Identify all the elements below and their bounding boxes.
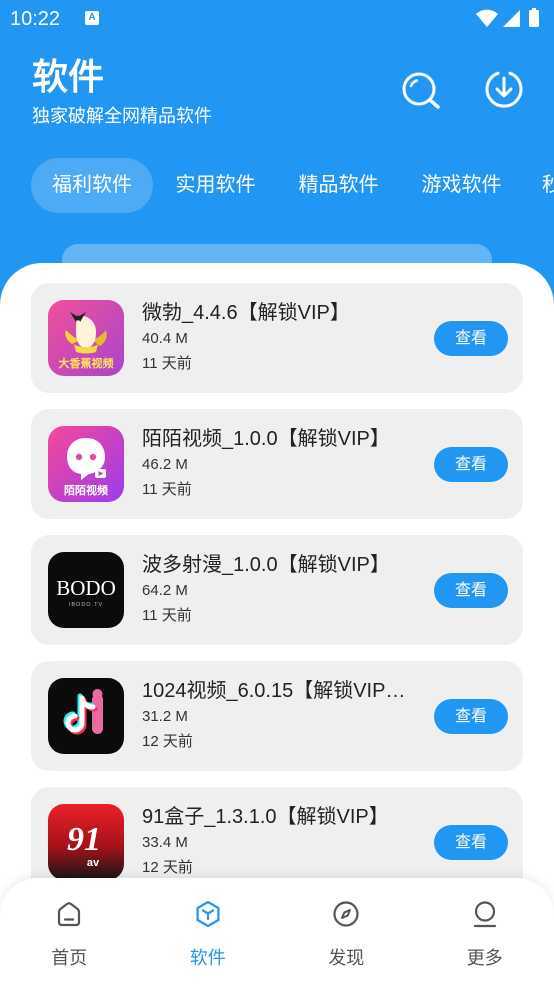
app-size: 40.4 M	[142, 330, 188, 347]
app-card[interactable]: 1024视频_6.0.15【解锁VIP… 31.2 M 12 天前 查看	[31, 661, 523, 771]
app-title: 陌陌视频_1.0.0【解锁VIP】	[142, 428, 390, 450]
app-logo: 91 av	[48, 804, 124, 880]
nav-label-software: 软件	[189, 948, 226, 968]
view-button[interactable]: 查看	[434, 825, 508, 860]
bodo-logo: BODO IBODO.TV	[48, 552, 124, 628]
bottom-nav: 首页 软件 发现 更多	[0, 878, 554, 984]
battery-icon	[529, 8, 539, 27]
search-icon	[402, 72, 440, 109]
view-button[interactable]: 查看	[434, 447, 508, 482]
download-button[interactable]	[484, 69, 524, 109]
home-icon	[58, 902, 81, 927]
cube-icon	[196, 900, 220, 928]
tab-overflow[interactable]: 秒	[523, 158, 554, 213]
view-button[interactable]: 查看	[434, 573, 508, 608]
nav-item-home[interactable]: 首页	[0, 878, 139, 984]
banana-logo: 大香蕉视频	[48, 300, 124, 376]
svg-text:陌陌视频: 陌陌视频	[64, 483, 108, 497]
app-title: 91盒子_1.3.1.0【解锁VIP】	[142, 806, 389, 828]
compass-icon	[333, 901, 359, 927]
app-size: 33.4 M	[142, 834, 188, 851]
search-button[interactable]	[398, 68, 444, 114]
page-subtitle: 独家破解全网精品软件	[32, 106, 212, 126]
app-logo: BODO IBODO.TV	[48, 552, 124, 628]
app-logo	[48, 678, 124, 754]
app-date: 11 天前	[142, 607, 192, 624]
category-tabs: 福利软件 实用软件 精品软件 游戏软件 秒	[0, 158, 554, 213]
app-card[interactable]: BODO IBODO.TV 波多射漫_1.0.0【解锁VIP】 64.2 M 1…	[31, 535, 523, 645]
app-logo: 大香蕉视频	[48, 300, 124, 376]
app-size: 64.2 M	[142, 582, 188, 599]
app-date: 11 天前	[142, 481, 192, 498]
app-size: 31.2 M	[142, 708, 188, 725]
tab-game-software[interactable]: 游戏软件	[400, 158, 523, 213]
ghost-logo: 陌陌视频	[48, 426, 124, 502]
status-time: 10:22	[10, 8, 61, 30]
nav-item-software[interactable]: 软件	[139, 878, 278, 984]
app-card[interactable]: 大香蕉视频 微勃_4.4.6【解锁VIP】 40.4 M 11 天前 查看	[31, 283, 523, 393]
view-button[interactable]: 查看	[434, 699, 508, 734]
app-title: 1024视频_6.0.15【解锁VIP…	[142, 680, 406, 702]
svg-text:IBODO.TV: IBODO.TV	[69, 602, 103, 608]
app-date: 11 天前	[142, 355, 192, 372]
app-card[interactable]: 陌陌视频 陌陌视频_1.0.0【解锁VIP】 46.2 M 11 天前 查看	[31, 409, 523, 519]
app-title: 微勃_4.4.6【解锁VIP】	[142, 302, 350, 324]
view-button[interactable]: 查看	[434, 321, 508, 356]
nav-label-home: 首页	[51, 948, 88, 968]
notification-icon: A	[85, 11, 99, 25]
nav-label-discover: 发现	[328, 948, 365, 968]
page-title: 软件	[32, 56, 105, 97]
svg-text:91: 91	[67, 821, 101, 858]
person-icon	[473, 901, 496, 928]
svg-text:大香蕉视频: 大香蕉视频	[59, 356, 114, 370]
tab-welfare-software[interactable]: 福利软件	[31, 158, 153, 213]
nav-label-more: 更多	[466, 948, 503, 968]
app-logo: 陌陌视频	[48, 426, 124, 502]
tab-premium-software[interactable]: 精品软件	[277, 158, 400, 213]
app-date: 12 天前	[142, 733, 193, 750]
svg-text:av: av	[87, 857, 100, 869]
signal-icon	[503, 10, 520, 27]
app-date: 12 天前	[142, 859, 193, 876]
app-title: 波多射漫_1.0.0【解锁VIP】	[142, 554, 390, 576]
app-size: 46.2 M	[142, 456, 188, 473]
music-note-logo	[48, 678, 124, 754]
nav-item-discover[interactable]: 发现	[277, 878, 416, 984]
nav-item-more[interactable]: 更多	[416, 878, 554, 984]
svg-text:BODO: BODO	[56, 576, 116, 600]
download-icon	[485, 71, 523, 108]
91av-logo: 91 av	[48, 804, 124, 880]
app-list: 大香蕉视频 微勃_4.4.6【解锁VIP】 40.4 M 11 天前 查看 陌陌…	[31, 283, 523, 913]
wifi-icon	[476, 9, 498, 27]
tab-utility-software[interactable]: 实用软件	[154, 158, 277, 213]
